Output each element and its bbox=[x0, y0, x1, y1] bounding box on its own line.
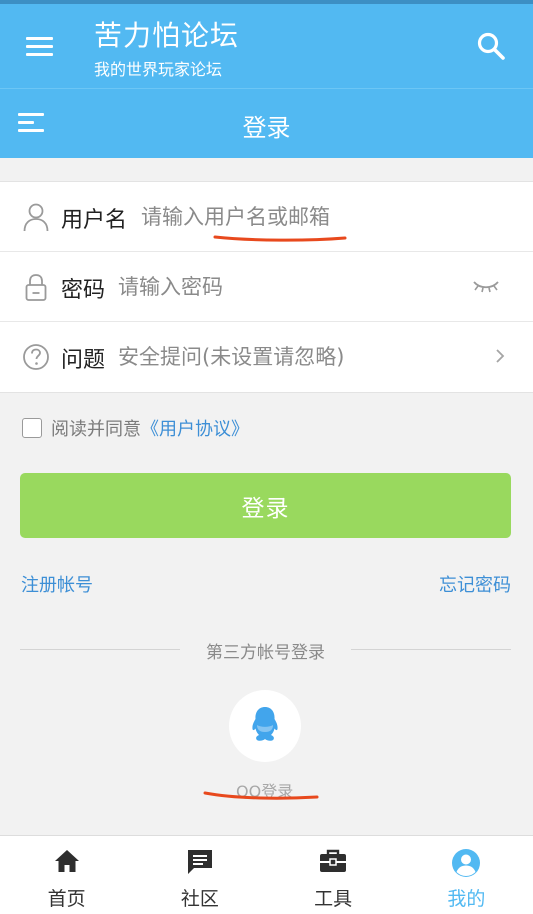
question-circle-icon bbox=[23, 344, 49, 370]
hamburger-menu-icon[interactable] bbox=[26, 36, 54, 58]
agreement-text: 阅读并同意 bbox=[51, 419, 141, 440]
app-header: 苦力怕论坛 我的世界玩家论坛 bbox=[0, 4, 533, 88]
tab-mine[interactable]: 我的 bbox=[400, 836, 533, 914]
password-input[interactable] bbox=[118, 269, 448, 305]
page-title-bar: 登录 bbox=[0, 88, 533, 158]
login-form: 用户名 密码 问题 bbox=[0, 181, 533, 393]
tab-home[interactable]: 首页 bbox=[0, 836, 133, 914]
password-row: 密码 bbox=[0, 252, 533, 322]
home-icon bbox=[54, 850, 79, 872]
third-party-divider: 第三方帐号登录 bbox=[20, 636, 511, 663]
site-title: 苦力怕论坛 bbox=[94, 19, 240, 52]
chat-icon bbox=[187, 850, 212, 874]
user-icon bbox=[452, 849, 481, 877]
agreement-row: 阅读并同意 《用户协议》 bbox=[22, 416, 249, 440]
tab-tools[interactable]: 工具 bbox=[267, 836, 400, 914]
site-subtitle: 我的世界玩家论坛 bbox=[94, 60, 223, 79]
tab-label: 我的 bbox=[447, 888, 486, 910]
login-button[interactable]: 登录 bbox=[20, 473, 511, 538]
security-question-select[interactable] bbox=[118, 339, 478, 375]
username-input[interactable] bbox=[141, 199, 511, 235]
tab-label: 首页 bbox=[47, 888, 86, 910]
tab-community[interactable]: 社区 bbox=[133, 836, 266, 914]
divider-line-right bbox=[351, 649, 511, 650]
bottom-tab-bar: 首页 社区 工具 我的 bbox=[0, 835, 533, 914]
question-label: 问题 bbox=[61, 348, 106, 373]
tab-label: 工具 bbox=[314, 888, 353, 910]
red-annotation-underline bbox=[213, 235, 347, 242]
lock-icon bbox=[25, 274, 47, 301]
username-label: 用户名 bbox=[61, 208, 128, 233]
register-link[interactable]: 注册帐号 bbox=[21, 571, 93, 597]
chevron-right-icon bbox=[496, 349, 505, 363]
toolbox-icon bbox=[320, 849, 347, 872]
forgot-password-link[interactable]: 忘记密码 bbox=[439, 571, 511, 597]
third-party-heading: 第三方帐号登录 bbox=[206, 643, 325, 663]
page-title: 登录 bbox=[242, 114, 291, 142]
user-outline-icon bbox=[23, 203, 49, 232]
red-annotation-underline bbox=[203, 791, 319, 800]
agreement-checkbox[interactable] bbox=[22, 418, 42, 438]
user-agreement-link[interactable]: 《用户协议》 bbox=[141, 415, 249, 441]
tab-label: 社区 bbox=[180, 888, 219, 910]
qq-penguin-icon[interactable] bbox=[249, 705, 281, 745]
security-question-row[interactable]: 问题 bbox=[0, 322, 533, 392]
password-label: 密码 bbox=[61, 278, 106, 303]
hide-password-eye-icon[interactable] bbox=[472, 279, 500, 295]
search-icon[interactable] bbox=[476, 31, 506, 61]
